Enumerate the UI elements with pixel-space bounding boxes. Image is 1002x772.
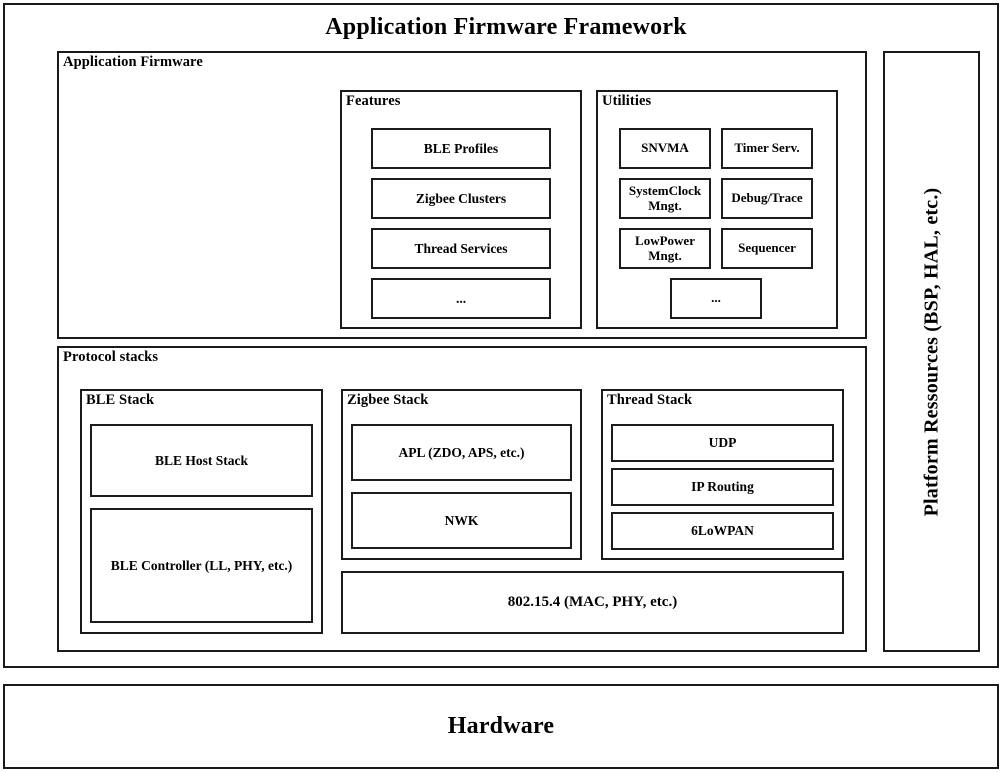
- ble-stack-item-host-stack[interactable]: BLE Host Stack: [90, 424, 313, 497]
- ble-stack-label: BLE Stack: [86, 392, 155, 408]
- features-label: Features: [346, 93, 401, 109]
- thread-stack-item-ip-routing[interactable]: IP Routing: [611, 468, 834, 506]
- feature-item-thread-services[interactable]: Thread Services: [371, 228, 551, 269]
- diagram-canvas: Application Firmware Framework Applicati…: [0, 0, 1002, 772]
- thread-stack-item-6lowpan[interactable]: 6LoWPAN: [611, 512, 834, 550]
- protocol-stacks-label: Protocol stacks: [63, 349, 159, 365]
- utility-item-more[interactable]: ...: [670, 278, 762, 319]
- feature-item-ble-profiles[interactable]: BLE Profiles: [371, 128, 551, 169]
- utilities-label: Utilities: [602, 93, 652, 109]
- utility-item-snvma[interactable]: SNVMA: [619, 128, 711, 169]
- zigbee-stack-item-apl[interactable]: APL (ZDO, APS, etc.): [351, 424, 572, 481]
- platform-resources-label: Platform Ressources (BSP, HAL, etc.): [920, 187, 942, 516]
- page-title: Application Firmware Framework: [325, 14, 687, 40]
- utility-item-debug-trace[interactable]: Debug/Trace: [721, 178, 813, 219]
- zigbee-stack-label: Zigbee Stack: [347, 392, 429, 408]
- thread-stack-label: Thread Stack: [607, 392, 693, 408]
- hardware-label: Hardware: [447, 713, 555, 739]
- radio-802-15-4-block[interactable]: 802.15.4 (MAC, PHY, etc.): [341, 571, 844, 634]
- zigbee-stack-item-nwk[interactable]: NWK: [351, 492, 572, 549]
- feature-item-more[interactable]: ...: [371, 278, 551, 319]
- utility-item-lowpower-mngt[interactable]: LowPower Mngt.: [619, 228, 711, 269]
- thread-stack-item-udp[interactable]: UDP: [611, 424, 834, 462]
- utility-item-timer-serv[interactable]: Timer Serv.: [721, 128, 813, 169]
- platform-resources-panel[interactable]: Platform Ressources (BSP, HAL, etc.): [883, 51, 980, 652]
- ble-stack-item-controller[interactable]: BLE Controller (LL, PHY, etc.): [90, 508, 313, 623]
- utility-item-sequencer[interactable]: Sequencer: [721, 228, 813, 269]
- hardware-panel: Hardware: [3, 684, 999, 769]
- feature-item-zigbee-clusters[interactable]: Zigbee Clusters: [371, 178, 551, 219]
- utility-item-systemclock-mngt[interactable]: SystemClock Mngt.: [619, 178, 711, 219]
- application-firmware-label: Application Firmware: [63, 54, 203, 70]
